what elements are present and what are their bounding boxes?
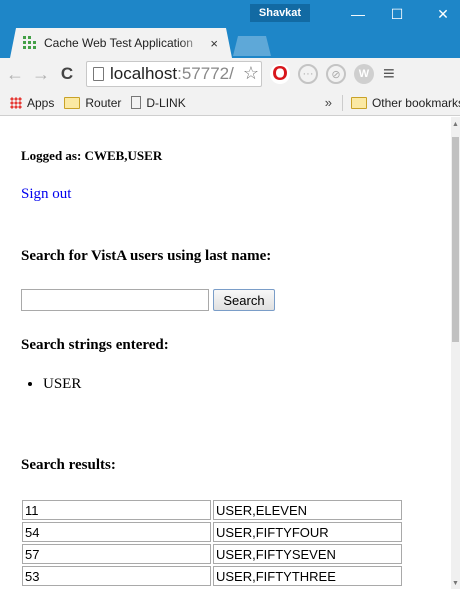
close-window-button[interactable]: ✕	[428, 6, 458, 23]
search-button[interactable]: Search	[213, 289, 275, 311]
browser-tab[interactable]: Cache Web Test Application ×	[10, 28, 232, 58]
menu-icon[interactable]: ≡	[383, 63, 395, 86]
profile-badge[interactable]: Shavkat	[250, 4, 310, 22]
extension-slash-icon[interactable]: ⊘	[326, 64, 346, 84]
result-name: USER,ELEVEN	[213, 500, 402, 520]
bookmarks-bar: Apps Router D-LINK » Other bookmarks	[0, 90, 460, 116]
minimize-button[interactable]: —	[343, 6, 373, 22]
result-id: 53	[22, 566, 211, 586]
logged-as-label: Logged as: CWEB,USER	[21, 148, 163, 163]
url-port: :57772/	[177, 64, 234, 83]
search-strings-list: USER	[23, 376, 81, 393]
bookmark-apps[interactable]: Apps	[10, 96, 54, 110]
results-table: 11 USER,ELEVEN 54 USER,FIFTYFOUR 57 USER…	[20, 498, 404, 588]
result-name: USER,FIFTYTHREE	[213, 566, 402, 586]
search-heading: Search for VistA users using last name:	[21, 248, 272, 264]
scroll-down-icon[interactable]: ▼	[452, 580, 459, 587]
tab-title: Cache Web Test Application	[44, 36, 193, 50]
bookmark-star-icon[interactable]: ☆	[240, 63, 259, 84]
maximize-button[interactable]: ☐	[382, 6, 412, 23]
table-row: 53 USER,FIFTYTHREE	[22, 566, 402, 586]
result-id: 11	[22, 500, 211, 520]
reload-icon[interactable]: C	[56, 64, 78, 84]
sign-out-link[interactable]: Sign out	[21, 186, 71, 203]
result-id: 54	[22, 522, 211, 542]
table-row: 11 USER,ELEVEN	[22, 500, 402, 520]
table-row: 54 USER,FIFTYFOUR	[22, 522, 402, 542]
bookmark-dlink[interactable]: D-LINK	[131, 95, 186, 110]
bookmark-other[interactable]: Other bookmarks	[350, 95, 460, 110]
title-bar: Shavkat — ☐ ✕ Cache Web Test Application…	[0, 0, 460, 58]
folder-icon	[64, 96, 81, 109]
scroll-thumb[interactable]	[452, 137, 459, 342]
vertical-scrollbar[interactable]: ▲ ▼	[451, 117, 460, 589]
bookmark-label: D-LINK	[146, 95, 186, 110]
table-row: 57 USER,FIFTYSEVEN	[22, 544, 402, 564]
bookmark-label: Apps	[27, 95, 55, 110]
page-info-icon[interactable]	[93, 67, 104, 81]
bookmarks-divider	[341, 94, 343, 111]
bookmarks-overflow-icon[interactable]: »	[325, 95, 332, 110]
apps-grid-icon	[10, 96, 22, 109]
extension-w-icon[interactable]: W	[354, 64, 374, 84]
browser-toolbar: ← → C localhost:57772/ ☆ O ··· ⊘ W ≡	[0, 58, 460, 90]
back-arrow-icon[interactable]: ←	[4, 64, 26, 85]
new-tab-button[interactable]	[233, 36, 271, 56]
search-strings-heading: Search strings entered:	[21, 337, 169, 353]
tab-close-icon[interactable]: ×	[210, 36, 218, 51]
list-item: USER	[43, 376, 81, 393]
page-viewport: Logged as: CWEB,USER Sign out Search for…	[0, 117, 451, 589]
document-icon	[131, 96, 142, 109]
scroll-up-icon[interactable]: ▲	[452, 121, 459, 128]
opera-extension-icon[interactable]: O	[270, 63, 290, 85]
result-name: USER,FIFTYSEVEN	[213, 544, 402, 564]
favicon-icon	[22, 35, 38, 51]
address-bar[interactable]: localhost:57772/ ☆	[86, 61, 262, 87]
bookmark-label: Router	[85, 95, 122, 110]
result-id: 57	[22, 544, 211, 564]
bookmark-router[interactable]: Router	[64, 96, 121, 110]
url-host: localhost	[110, 64, 178, 83]
last-name-search-input[interactable]	[21, 289, 209, 311]
search-results-heading: Search results:	[21, 457, 116, 473]
bookmark-label: Other bookmarks	[371, 95, 460, 110]
folder-icon	[350, 96, 367, 109]
forward-arrow-icon[interactable]: →	[30, 64, 52, 85]
result-name: USER,FIFTYFOUR	[213, 522, 402, 542]
extension-icon[interactable]: ···	[298, 64, 318, 84]
